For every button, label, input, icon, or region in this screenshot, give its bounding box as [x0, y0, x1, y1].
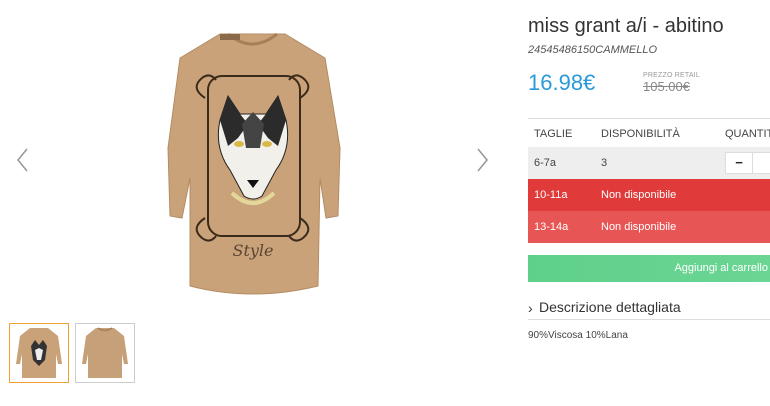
thumbnail-back[interactable] [75, 323, 135, 383]
retail-price: 105.00€ [643, 79, 690, 94]
size-value: 10-11a [534, 189, 568, 201]
availability-value: Non disponibile [601, 221, 677, 233]
previous-image-arrow-icon[interactable] [13, 145, 33, 175]
thumbnail-front[interactable] [9, 323, 69, 383]
header-size: TAGLIE [534, 128, 573, 140]
retail-price-label: PREZZO RETAIL [643, 72, 700, 79]
header-quantity: QUANTITÀ [725, 128, 770, 140]
next-image-arrow-icon[interactable] [472, 145, 492, 175]
product-info: miss grant a/i - abitino 24545486150CAMM… [528, 0, 770, 406]
product-composition: 90%Viscosa 10%Lana [528, 330, 628, 341]
quantity-decrease-button[interactable]: − [726, 153, 753, 173]
sizes-table: TAGLIE DISPONIBILITÀ QUANTITÀ 6-7a 3 − 1… [528, 118, 770, 243]
availability-value: 3 [601, 157, 608, 169]
header-availability: DISPONIBILITÀ [601, 128, 680, 140]
size-value: 13-14a [534, 221, 569, 233]
product-sku: 24545486150CAMMELLO [528, 44, 658, 56]
availability-value: Non disponibile [601, 189, 677, 201]
description-toggle-label: Descrizione dettagliata [539, 299, 681, 315]
main-product-image: Style [150, 28, 355, 300]
product-price: 16.98€ [528, 70, 596, 95]
quantity-stepper[interactable]: − [725, 152, 770, 174]
sizes-table-header: TAGLIE DISPONIBILITÀ QUANTITÀ [528, 118, 770, 147]
description-toggle[interactable]: › Descrizione dettagliata [528, 299, 770, 320]
size-row: 10-11a Non disponibile [528, 179, 770, 211]
size-row: 13-14a Non disponibile [528, 211, 770, 243]
svg-text:Style: Style [232, 241, 273, 260]
size-value: 6-7a [534, 157, 557, 169]
add-to-cart-label: Aggiungi al carrello [674, 262, 768, 274]
size-row: 6-7a 3 − [528, 147, 770, 179]
product-gallery: Style [0, 0, 505, 406]
product-title: miss grant a/i - abitino [528, 15, 724, 37]
chevron-right-icon: › [528, 300, 533, 316]
add-to-cart-button[interactable]: Aggiungi al carrello [528, 255, 770, 282]
